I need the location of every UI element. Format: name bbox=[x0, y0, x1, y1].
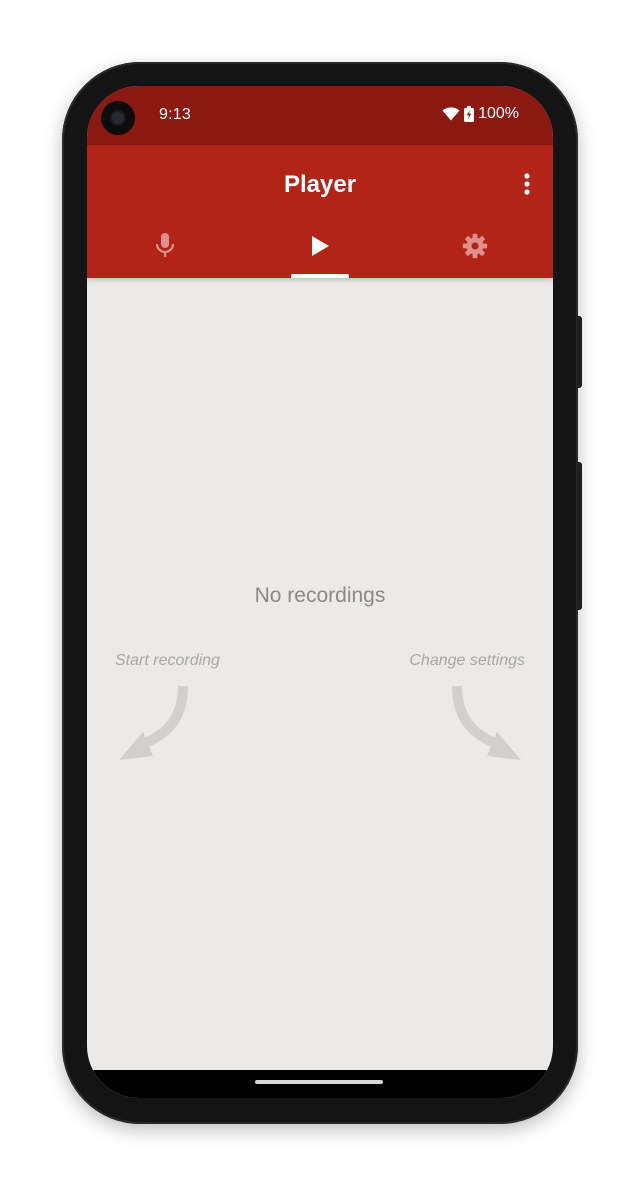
wifi-icon bbox=[442, 107, 460, 121]
tab-selected-indicator bbox=[291, 274, 349, 278]
play-icon bbox=[309, 234, 331, 263]
tab-player[interactable] bbox=[242, 219, 397, 278]
home-gesture-handle[interactable] bbox=[255, 1080, 383, 1084]
gear-icon bbox=[462, 233, 488, 264]
navigation-bar bbox=[87, 1070, 553, 1098]
microphone-icon bbox=[154, 232, 176, 265]
status-indicators: 100% bbox=[442, 105, 519, 123]
battery-percent: 100% bbox=[478, 105, 519, 122]
empty-state-title: No recordings bbox=[254, 584, 386, 607]
hint-start-recording: Start recording bbox=[115, 652, 220, 669]
status-time: 9:13 bbox=[159, 106, 191, 123]
tab-bar bbox=[87, 219, 553, 278]
tab-record[interactable] bbox=[87, 219, 242, 278]
device-mockup: 9:13 100% Player No recordings Start rec… bbox=[0, 0, 640, 1185]
app-bar: Player bbox=[87, 145, 553, 278]
status-bar: 9:13 100% bbox=[87, 86, 553, 145]
arrow-down-right-icon bbox=[451, 684, 523, 771]
tab-settings[interactable] bbox=[398, 219, 553, 278]
battery-charging-icon bbox=[464, 106, 475, 122]
arrow-down-left-icon bbox=[117, 684, 189, 771]
screen: 9:13 100% Player No recordings Start rec… bbox=[87, 86, 553, 1098]
page-title: Player bbox=[283, 171, 357, 198]
front-camera bbox=[101, 101, 135, 135]
power-button bbox=[577, 316, 582, 388]
more-vert-icon[interactable] bbox=[517, 169, 537, 199]
volume-button bbox=[577, 462, 582, 610]
hint-change-settings: Change settings bbox=[409, 652, 525, 669]
